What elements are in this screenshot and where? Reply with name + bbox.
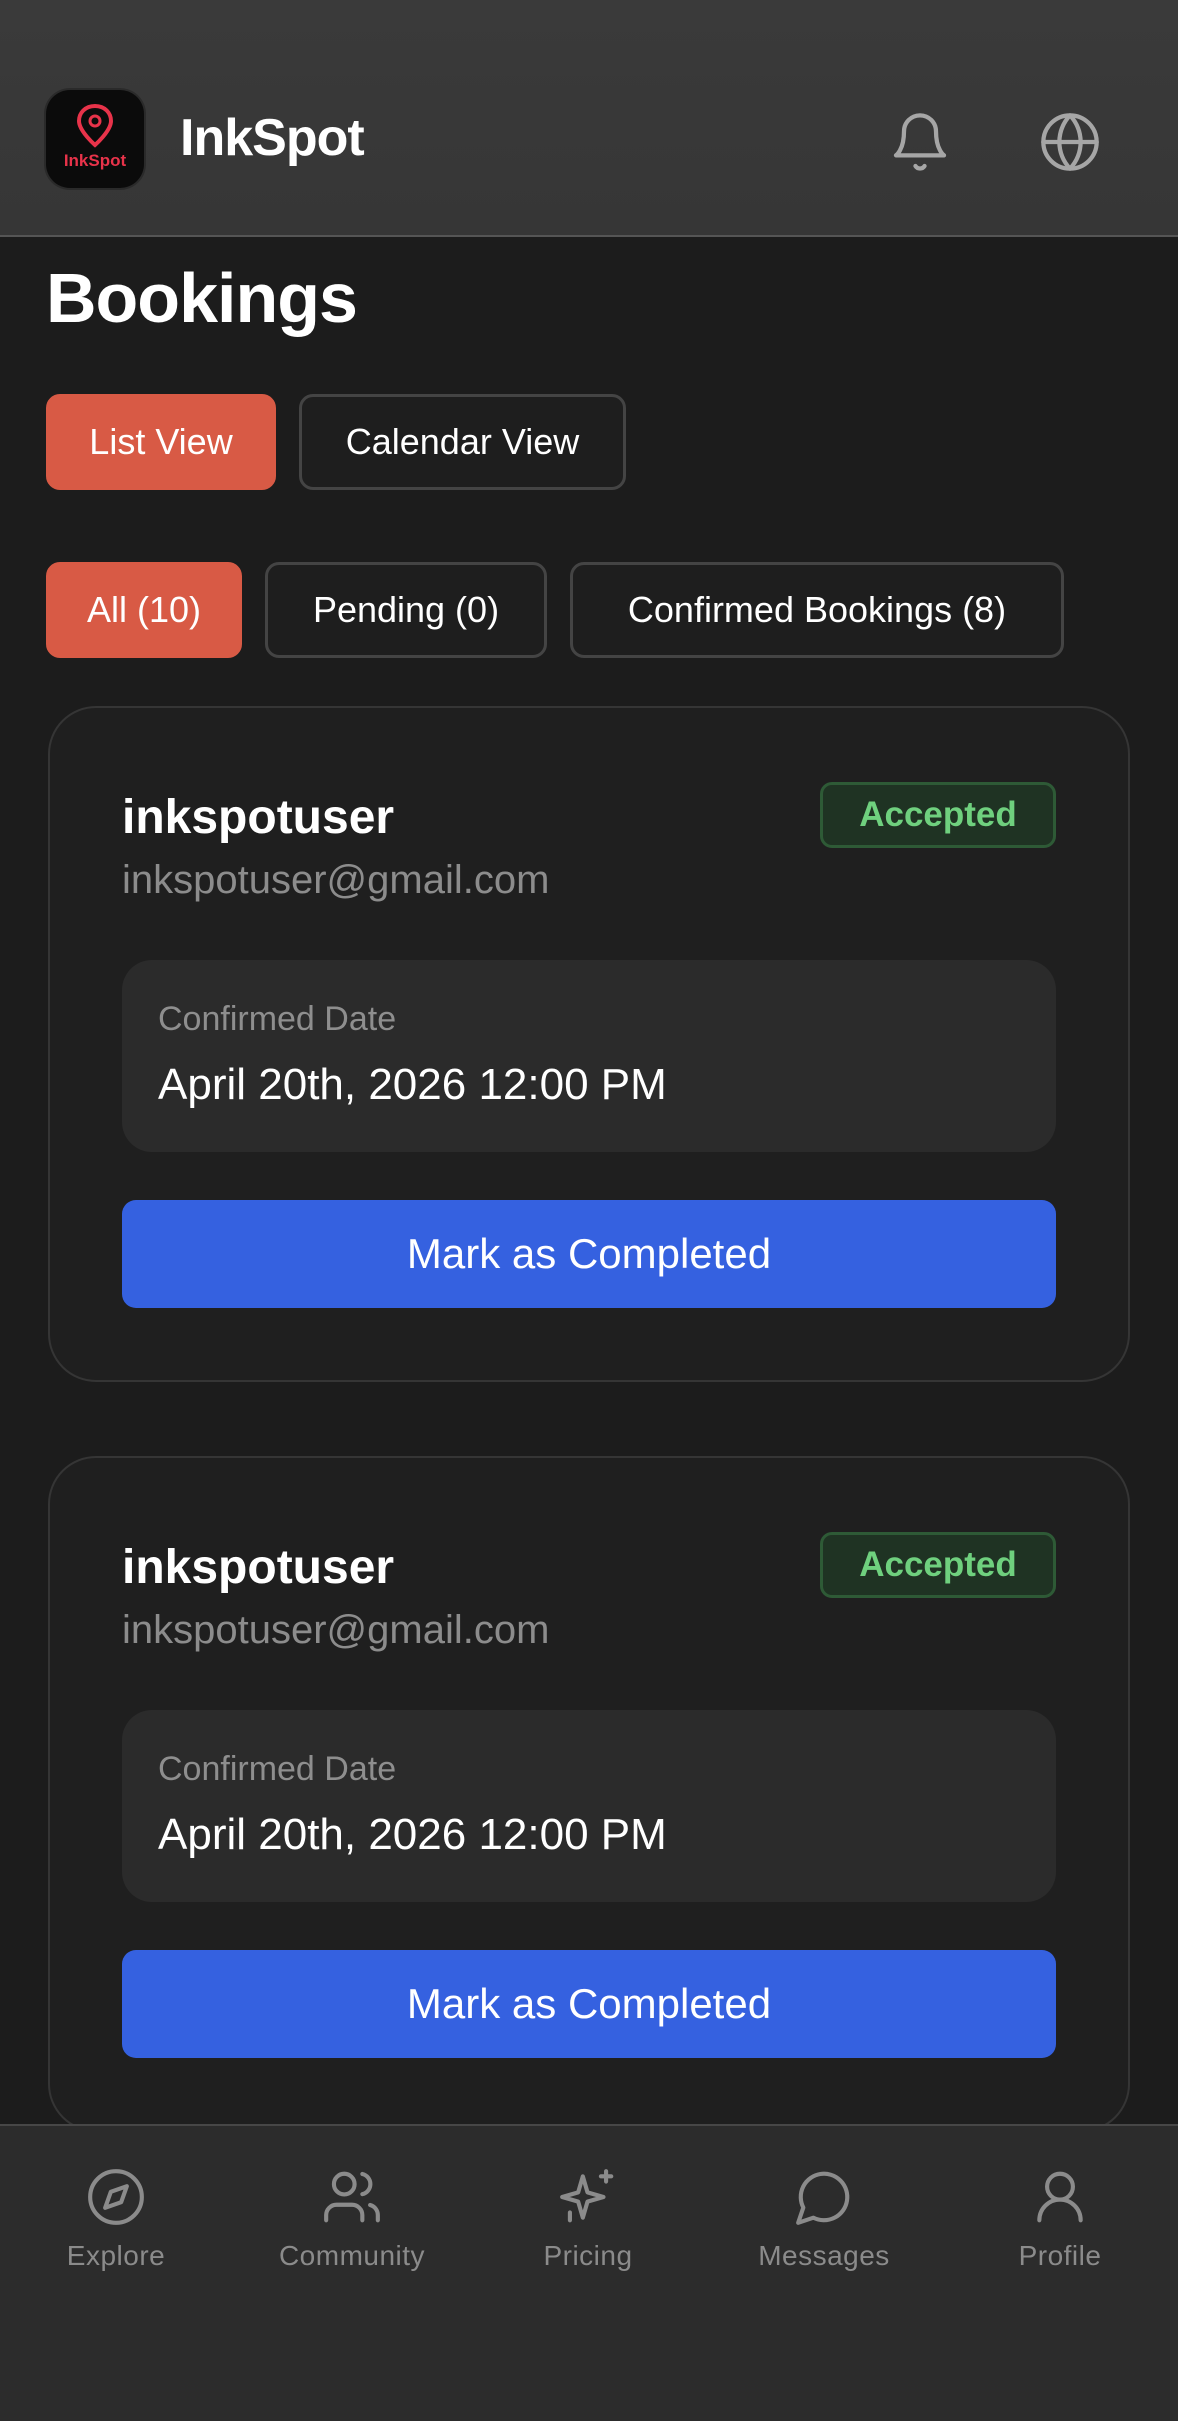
globe-icon[interactable] — [1038, 110, 1102, 174]
user-icon — [1037, 2171, 1083, 2223]
filter-confirmed-button[interactable]: Confirmed Bookings (8) — [570, 562, 1064, 658]
tab-community[interactable]: Community — [252, 2166, 452, 2286]
confirmed-date-label: Confirmed Date — [158, 1750, 397, 1788]
tab-label: Profile — [1018, 2240, 1102, 2271]
booking-email: inkspotuser@gmail.com — [122, 1608, 550, 1652]
status-badge: Accepted — [820, 1532, 1056, 1598]
confirmed-date-value: April 20th, 2026 12:00 PM — [158, 1060, 667, 1109]
sparkles-icon — [560, 2169, 614, 2223]
confirmed-date-box: Confirmed Date April 20th, 2026 12:00 PM — [122, 960, 1056, 1152]
confirmed-date-box: Confirmed Date April 20th, 2026 12:00 PM — [122, 1710, 1056, 1902]
confirmed-date-label: Confirmed Date — [158, 1000, 397, 1038]
booking-username: inkspotuser — [122, 1541, 395, 1594]
confirmed-date-value: April 20th, 2026 12:00 PM — [158, 1810, 667, 1859]
booking-username: inkspotuser — [122, 791, 395, 844]
mark-completed-button[interactable]: Mark as Completed — [122, 1950, 1056, 2058]
inkspot-logo[interactable]: InkSpot — [46, 90, 144, 188]
tab-label: Community — [278, 2240, 426, 2271]
tab-label: Explore — [66, 2240, 166, 2271]
tab-label: Messages — [758, 2240, 890, 2271]
filter-all-button[interactable]: All (10) — [46, 562, 242, 658]
booking-card: inkspotuser inkspotuser@gmail.com Accept… — [48, 706, 1130, 1382]
booking-card: inkspotuser inkspotuser@gmail.com Accept… — [48, 1456, 1130, 2132]
booking-email: inkspotuser@gmail.com — [122, 858, 550, 902]
tab-pricing[interactable]: Pricing — [488, 2166, 688, 2286]
tab-label: Pricing — [543, 2240, 633, 2271]
list-view-button[interactable]: List View — [46, 394, 276, 490]
page-title: Bookings — [46, 259, 358, 337]
app-title: InkSpot — [180, 109, 365, 167]
tab-explore[interactable]: Explore — [16, 2166, 216, 2286]
status-badge: Accepted — [820, 782, 1056, 848]
app-header: InkSpot InkSpot — [0, 0, 1178, 237]
bottom-tab-bar: Explore Community Pricing Messages Profi… — [0, 2124, 1178, 2421]
logo-wordmark: InkSpot — [64, 151, 127, 170]
filter-pending-button[interactable]: Pending (0) — [265, 562, 547, 658]
users-icon — [324, 2171, 380, 2223]
calendar-view-button[interactable]: Calendar View — [299, 394, 626, 490]
mark-completed-button[interactable]: Mark as Completed — [122, 1200, 1056, 1308]
chat-bubble-icon — [796, 2171, 850, 2225]
compass-icon — [88, 2169, 144, 2225]
tab-messages[interactable]: Messages — [724, 2166, 924, 2286]
bell-icon[interactable] — [888, 110, 952, 174]
tab-profile[interactable]: Profile — [960, 2166, 1160, 2286]
map-pin-logo-icon: InkSpot — [64, 103, 127, 170]
